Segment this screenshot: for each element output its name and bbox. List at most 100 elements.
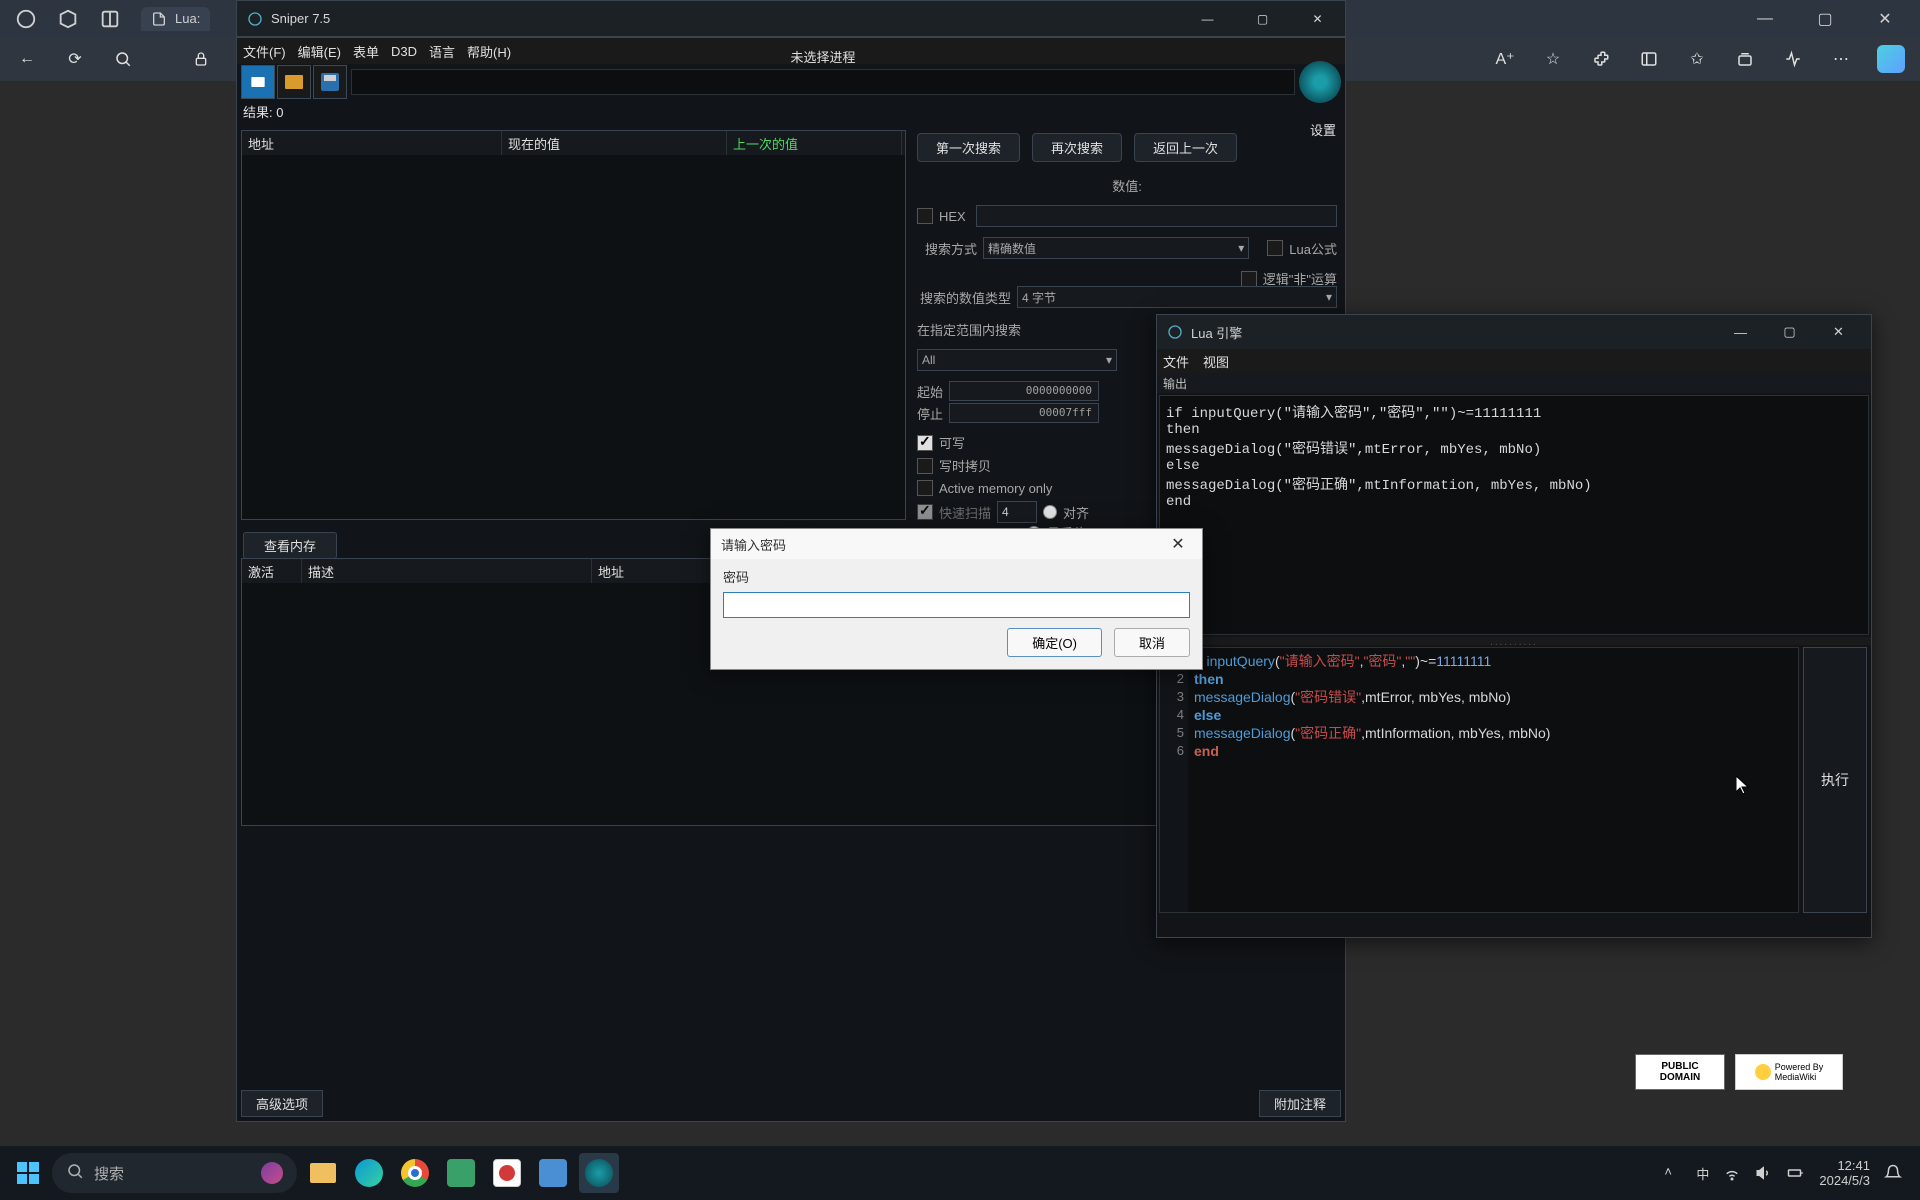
col-address[interactable]: 地址 — [242, 131, 502, 155]
browser-close-button[interactable]: ✕ — [1865, 4, 1905, 34]
taskbar-edge[interactable] — [349, 1153, 389, 1193]
volume-icon[interactable] — [1755, 1164, 1773, 1182]
col-current[interactable]: 现在的值 — [502, 131, 727, 155]
execute-button[interactable]: 执行 — [1803, 647, 1867, 913]
align-label: 对齐 — [1063, 503, 1089, 522]
fast-scan-checkbox[interactable] — [917, 504, 933, 520]
browser-tab[interactable]: Lua: — [141, 7, 210, 31]
star-icon[interactable]: ☆ — [1541, 47, 1565, 71]
advanced-options-button[interactable]: 高级选项 — [241, 1090, 323, 1117]
lua-output-area[interactable]: if inputQuery("请输入密码","密码","")~=11111111… — [1159, 395, 1869, 635]
read-aloud-icon[interactable]: A⁺ — [1493, 47, 1517, 71]
cube-icon[interactable] — [57, 8, 79, 30]
mediawiki-badge[interactable]: Powered By MediaWiki — [1735, 1054, 1843, 1090]
first-scan-button[interactable]: 第一次搜索 — [917, 133, 1020, 162]
lua-menubar: 文件 视图 — [1157, 349, 1871, 373]
cow-checkbox[interactable] — [917, 458, 933, 474]
tray-chevron-icon[interactable]: ˄ — [1664, 1164, 1682, 1182]
preset-select[interactable]: All▾ — [917, 349, 1117, 371]
active-mem-checkbox[interactable] — [917, 480, 933, 496]
password-input[interactable] — [723, 592, 1190, 618]
edge-icon — [355, 1159, 383, 1187]
sniper-title-text: Sniper 7.5 — [271, 11, 330, 26]
sniper-maximize-button[interactable]: ▢ — [1235, 3, 1290, 35]
wifi-icon[interactable] — [1723, 1164, 1741, 1182]
favorites-icon[interactable]: ✩ — [1685, 47, 1709, 71]
process-name-text: 未选择进程 — [352, 48, 1294, 68]
lua-engine-window: Lua 引擎 — ▢ ✕ 文件 视图 输出 if inputQuery("请输入… — [1156, 314, 1872, 938]
taskbar-app-3[interactable] — [533, 1153, 573, 1193]
taskbar-app-1[interactable] — [441, 1153, 481, 1193]
taskbar-search[interactable]: 搜索 — [52, 1153, 297, 1193]
collections-icon[interactable] — [1733, 47, 1757, 71]
start-button[interactable] — [8, 1153, 48, 1193]
taskbar: 搜索 ˄ 中 12:41 2024/5/3 — [0, 1146, 1920, 1200]
lua-menu-view[interactable]: 视图 — [1203, 352, 1229, 371]
lua-minimize-button[interactable]: — — [1718, 317, 1763, 347]
sniper-minimize-button[interactable]: — — [1180, 3, 1235, 35]
dialog-close-button[interactable]: ✕ — [1164, 534, 1192, 554]
taskbar-sniper-active[interactable] — [579, 1153, 619, 1193]
browser-minimize-button[interactable]: — — [1745, 4, 1785, 34]
process-name-bar[interactable]: 未选择进程 — [351, 69, 1295, 95]
taskbar-explorer[interactable] — [303, 1153, 343, 1193]
password-label: 密码 — [723, 567, 1190, 586]
more-icon[interactable]: ⋯ — [1829, 47, 1853, 71]
lua-maximize-button[interactable]: ▢ — [1767, 317, 1812, 347]
value-type-select[interactable]: 4 字节▾ — [1017, 286, 1337, 308]
hex-checkbox[interactable] — [917, 208, 933, 224]
scan-type-select[interactable]: 精确数值▾ — [983, 237, 1249, 259]
layout-icon[interactable] — [99, 8, 121, 30]
battery-icon[interactable] — [1787, 1164, 1805, 1182]
performance-icon[interactable] — [1781, 47, 1805, 71]
stop-input[interactable]: 00007fff — [949, 403, 1099, 423]
taskbar-app-2[interactable] — [487, 1153, 527, 1193]
next-scan-button[interactable]: 再次搜索 — [1032, 133, 1122, 162]
align-radio[interactable] — [1043, 505, 1057, 519]
lock-icon[interactable] — [189, 47, 213, 71]
extensions-icon[interactable] — [1589, 47, 1613, 71]
sniper-close-button[interactable]: ✕ — [1290, 3, 1345, 35]
tray-clock[interactable]: 12:41 2024/5/3 — [1819, 1158, 1870, 1188]
refresh-icon[interactable]: ⟳ — [63, 47, 87, 71]
lua-splitter[interactable] — [1157, 637, 1871, 645]
lua-menu-file[interactable]: 文件 — [1163, 352, 1189, 371]
back-icon[interactable]: ← — [15, 47, 39, 71]
qq-icon — [493, 1159, 521, 1187]
writable-checkbox[interactable] — [917, 435, 933, 451]
value-input[interactable] — [976, 205, 1337, 227]
workspace-icon[interactable] — [15, 8, 37, 30]
taskbar-chrome[interactable] — [395, 1153, 435, 1193]
view-memory-button[interactable]: 查看内存 — [243, 532, 337, 559]
col-previous[interactable]: 上一次的值 — [727, 131, 902, 155]
disk-icon — [321, 73, 339, 91]
tray-ime[interactable]: 中 — [1696, 1164, 1709, 1183]
browser-maximize-button[interactable]: ▢ — [1805, 4, 1845, 34]
select-process-button[interactable] — [241, 65, 275, 99]
notifications-icon[interactable] — [1884, 1164, 1902, 1182]
open-button[interactable] — [277, 65, 311, 99]
sniper-app-icon — [247, 11, 263, 27]
col-description[interactable]: 描述 — [302, 559, 592, 583]
menu-edit[interactable]: 编辑(E) — [298, 42, 341, 61]
ok-button[interactable]: 确定(O) — [1007, 628, 1102, 657]
lua-formula-checkbox[interactable] — [1267, 240, 1283, 256]
col-active[interactable]: 激活 — [242, 559, 302, 583]
lua-code-editor[interactable]: 123456 if inputQuery("请输入密码","密码","")~=1… — [1159, 647, 1799, 913]
menu-file[interactable]: 文件(F) — [243, 42, 286, 61]
not-op-checkbox[interactable] — [1241, 271, 1257, 287]
sidebar-icon[interactable] — [1637, 47, 1661, 71]
cancel-button[interactable]: 取消 — [1114, 628, 1190, 657]
start-input[interactable]: 0000000000 — [949, 381, 1099, 401]
fast-scan-input[interactable]: 4 — [997, 501, 1037, 523]
lua-close-button[interactable]: ✕ — [1816, 317, 1861, 347]
copilot-icon[interactable] — [1877, 45, 1905, 73]
lua-formula-label: Lua公式 — [1289, 239, 1337, 258]
value-label: 数值: — [1112, 176, 1142, 195]
save-button[interactable] — [313, 65, 347, 99]
ce-logo-icon[interactable] — [1299, 61, 1341, 103]
search-icon[interactable] — [111, 47, 135, 71]
add-comment-button[interactable]: 附加注释 — [1259, 1090, 1341, 1117]
public-domain-badge[interactable]: PUBLIC DOMAIN — [1635, 1054, 1725, 1090]
undo-scan-button[interactable]: 返回上一次 — [1134, 133, 1237, 162]
